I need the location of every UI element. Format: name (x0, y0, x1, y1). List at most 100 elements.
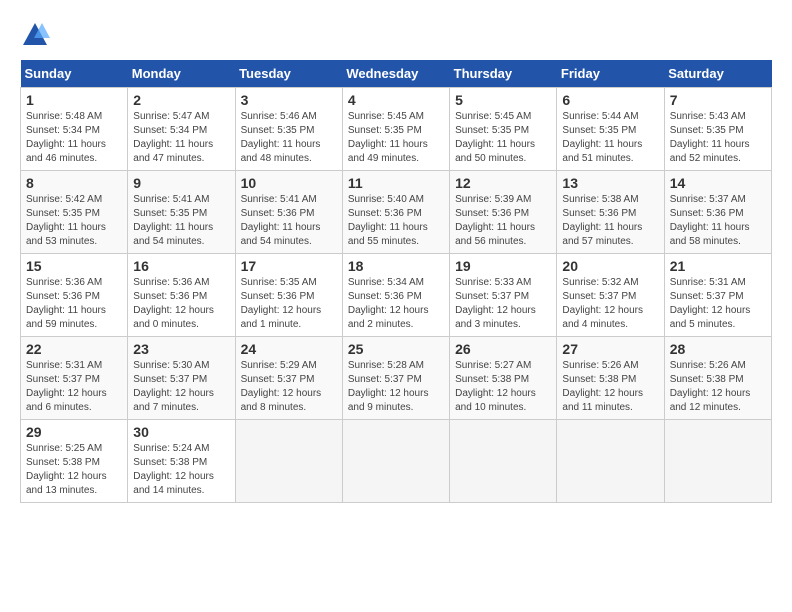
day-info: Sunrise: 5:29 AM Sunset: 5:37 PM Dayligh… (241, 359, 337, 415)
day-cell: 3 Sunrise: 5:46 AM Sunset: 5:35 PM Dayli… (235, 88, 342, 171)
day-cell: 13 Sunrise: 5:38 AM Sunset: 5:36 PM Dayl… (557, 171, 664, 254)
day-info: Sunrise: 5:44 AM Sunset: 5:35 PM Dayligh… (562, 110, 658, 166)
day-cell: 10 Sunrise: 5:41 AM Sunset: 5:36 PM Dayl… (235, 171, 342, 254)
day-info: Sunrise: 5:26 AM Sunset: 5:38 PM Dayligh… (670, 359, 766, 415)
day-info: Sunrise: 5:41 AM Sunset: 5:36 PM Dayligh… (241, 193, 337, 249)
day-number: 2 (133, 92, 229, 108)
day-number: 28 (670, 341, 766, 357)
day-cell: 29 Sunrise: 5:25 AM Sunset: 5:38 PM Dayl… (21, 420, 128, 503)
day-number: 10 (241, 175, 337, 191)
day-info: Sunrise: 5:47 AM Sunset: 5:34 PM Dayligh… (133, 110, 229, 166)
day-number: 9 (133, 175, 229, 191)
day-cell: 11 Sunrise: 5:40 AM Sunset: 5:36 PM Dayl… (342, 171, 449, 254)
page-header (20, 20, 772, 50)
day-cell: 19 Sunrise: 5:33 AM Sunset: 5:37 PM Dayl… (450, 254, 557, 337)
day-cell: 2 Sunrise: 5:47 AM Sunset: 5:34 PM Dayli… (128, 88, 235, 171)
day-number: 25 (348, 341, 444, 357)
day-number: 24 (241, 341, 337, 357)
day-info: Sunrise: 5:24 AM Sunset: 5:38 PM Dayligh… (133, 442, 229, 498)
day-number: 5 (455, 92, 551, 108)
day-cell: 25 Sunrise: 5:28 AM Sunset: 5:37 PM Dayl… (342, 337, 449, 420)
day-number: 6 (562, 92, 658, 108)
day-cell: 9 Sunrise: 5:41 AM Sunset: 5:35 PM Dayli… (128, 171, 235, 254)
day-number: 14 (670, 175, 766, 191)
day-info: Sunrise: 5:37 AM Sunset: 5:36 PM Dayligh… (670, 193, 766, 249)
day-info: Sunrise: 5:43 AM Sunset: 5:35 PM Dayligh… (670, 110, 766, 166)
day-info: Sunrise: 5:36 AM Sunset: 5:36 PM Dayligh… (26, 276, 122, 332)
week-row-3: 15 Sunrise: 5:36 AM Sunset: 5:36 PM Dayl… (21, 254, 772, 337)
day-info: Sunrise: 5:35 AM Sunset: 5:36 PM Dayligh… (241, 276, 337, 332)
day-cell: 5 Sunrise: 5:45 AM Sunset: 5:35 PM Dayli… (450, 88, 557, 171)
day-number: 12 (455, 175, 551, 191)
column-header-tuesday: Tuesday (235, 60, 342, 88)
week-row-4: 22 Sunrise: 5:31 AM Sunset: 5:37 PM Dayl… (21, 337, 772, 420)
day-info: Sunrise: 5:27 AM Sunset: 5:38 PM Dayligh… (455, 359, 551, 415)
day-info: Sunrise: 5:48 AM Sunset: 5:34 PM Dayligh… (26, 110, 122, 166)
week-row-1: 1 Sunrise: 5:48 AM Sunset: 5:34 PM Dayli… (21, 88, 772, 171)
day-info: Sunrise: 5:32 AM Sunset: 5:37 PM Dayligh… (562, 276, 658, 332)
day-number: 30 (133, 424, 229, 440)
day-number: 8 (26, 175, 122, 191)
week-row-5: 29 Sunrise: 5:25 AM Sunset: 5:38 PM Dayl… (21, 420, 772, 503)
day-info: Sunrise: 5:38 AM Sunset: 5:36 PM Dayligh… (562, 193, 658, 249)
calendar-table: SundayMondayTuesdayWednesdayThursdayFrid… (20, 60, 772, 503)
day-cell: 28 Sunrise: 5:26 AM Sunset: 5:38 PM Dayl… (664, 337, 771, 420)
day-info: Sunrise: 5:36 AM Sunset: 5:36 PM Dayligh… (133, 276, 229, 332)
day-number: 16 (133, 258, 229, 274)
logo (20, 20, 54, 50)
day-info: Sunrise: 5:34 AM Sunset: 5:36 PM Dayligh… (348, 276, 444, 332)
day-cell: 8 Sunrise: 5:42 AM Sunset: 5:35 PM Dayli… (21, 171, 128, 254)
day-cell: 15 Sunrise: 5:36 AM Sunset: 5:36 PM Dayl… (21, 254, 128, 337)
day-number: 15 (26, 258, 122, 274)
day-cell (450, 420, 557, 503)
day-cell (664, 420, 771, 503)
header-row: SundayMondayTuesdayWednesdayThursdayFrid… (21, 60, 772, 88)
day-info: Sunrise: 5:42 AM Sunset: 5:35 PM Dayligh… (26, 193, 122, 249)
day-cell (342, 420, 449, 503)
day-info: Sunrise: 5:33 AM Sunset: 5:37 PM Dayligh… (455, 276, 551, 332)
day-number: 22 (26, 341, 122, 357)
day-cell: 24 Sunrise: 5:29 AM Sunset: 5:37 PM Dayl… (235, 337, 342, 420)
day-cell: 4 Sunrise: 5:45 AM Sunset: 5:35 PM Dayli… (342, 88, 449, 171)
day-number: 4 (348, 92, 444, 108)
day-cell: 16 Sunrise: 5:36 AM Sunset: 5:36 PM Dayl… (128, 254, 235, 337)
day-number: 1 (26, 92, 122, 108)
day-number: 21 (670, 258, 766, 274)
day-number: 11 (348, 175, 444, 191)
day-number: 3 (241, 92, 337, 108)
day-info: Sunrise: 5:31 AM Sunset: 5:37 PM Dayligh… (26, 359, 122, 415)
day-cell: 1 Sunrise: 5:48 AM Sunset: 5:34 PM Dayli… (21, 88, 128, 171)
day-cell: 27 Sunrise: 5:26 AM Sunset: 5:38 PM Dayl… (557, 337, 664, 420)
column-header-sunday: Sunday (21, 60, 128, 88)
day-number: 26 (455, 341, 551, 357)
week-row-2: 8 Sunrise: 5:42 AM Sunset: 5:35 PM Dayli… (21, 171, 772, 254)
column-header-saturday: Saturday (664, 60, 771, 88)
day-cell: 17 Sunrise: 5:35 AM Sunset: 5:36 PM Dayl… (235, 254, 342, 337)
day-number: 19 (455, 258, 551, 274)
day-number: 20 (562, 258, 658, 274)
logo-icon (20, 20, 50, 50)
day-number: 17 (241, 258, 337, 274)
column-header-thursday: Thursday (450, 60, 557, 88)
day-cell: 12 Sunrise: 5:39 AM Sunset: 5:36 PM Dayl… (450, 171, 557, 254)
day-cell (235, 420, 342, 503)
day-cell: 20 Sunrise: 5:32 AM Sunset: 5:37 PM Dayl… (557, 254, 664, 337)
day-cell: 26 Sunrise: 5:27 AM Sunset: 5:38 PM Dayl… (450, 337, 557, 420)
day-info: Sunrise: 5:31 AM Sunset: 5:37 PM Dayligh… (670, 276, 766, 332)
day-info: Sunrise: 5:39 AM Sunset: 5:36 PM Dayligh… (455, 193, 551, 249)
day-cell (557, 420, 664, 503)
column-header-friday: Friday (557, 60, 664, 88)
day-cell: 6 Sunrise: 5:44 AM Sunset: 5:35 PM Dayli… (557, 88, 664, 171)
day-info: Sunrise: 5:45 AM Sunset: 5:35 PM Dayligh… (348, 110, 444, 166)
column-header-wednesday: Wednesday (342, 60, 449, 88)
column-header-monday: Monday (128, 60, 235, 88)
day-info: Sunrise: 5:40 AM Sunset: 5:36 PM Dayligh… (348, 193, 444, 249)
day-number: 29 (26, 424, 122, 440)
day-cell: 14 Sunrise: 5:37 AM Sunset: 5:36 PM Dayl… (664, 171, 771, 254)
day-number: 18 (348, 258, 444, 274)
day-info: Sunrise: 5:30 AM Sunset: 5:37 PM Dayligh… (133, 359, 229, 415)
day-info: Sunrise: 5:25 AM Sunset: 5:38 PM Dayligh… (26, 442, 122, 498)
day-cell: 22 Sunrise: 5:31 AM Sunset: 5:37 PM Dayl… (21, 337, 128, 420)
day-cell: 18 Sunrise: 5:34 AM Sunset: 5:36 PM Dayl… (342, 254, 449, 337)
day-cell: 7 Sunrise: 5:43 AM Sunset: 5:35 PM Dayli… (664, 88, 771, 171)
